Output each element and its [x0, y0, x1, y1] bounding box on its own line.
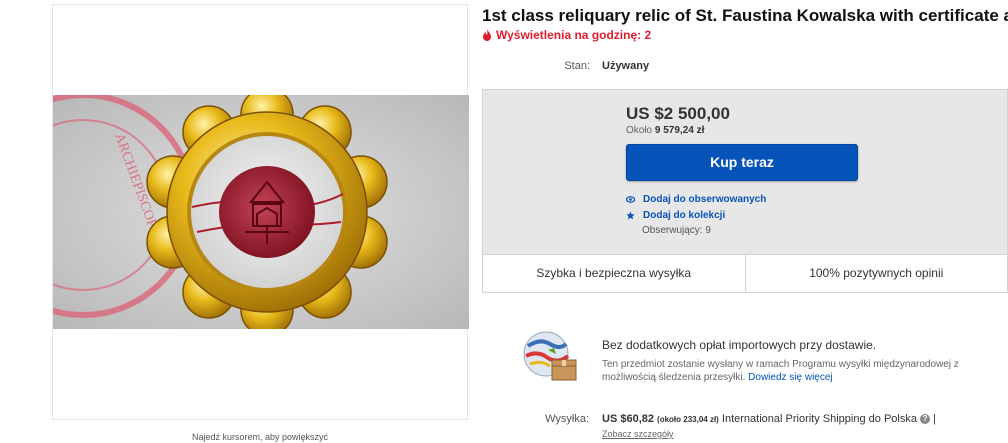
import-title: Bez dodatkowych opłat importowych przy d… — [602, 338, 877, 352]
features-row: Szybka i bezpieczna wysyłka 100% pozytyw… — [482, 255, 1008, 293]
shipping-approx: (około 233,04 zł) — [657, 415, 719, 424]
price-approx: Około 9 579,24 zł — [626, 125, 704, 136]
item-title: 1st class reliquary relic of St. Faustin… — [482, 6, 1008, 25]
watch-label: Dodaj do obserwowanych — [643, 194, 767, 205]
buy-box: US $2 500,00 Około 9 579,24 zł Kup teraz… — [482, 89, 1008, 255]
shipping-details-link[interactable]: Zobacz szczegóły — [602, 429, 674, 439]
collection-link[interactable]: Dodaj do kolekcji — [626, 210, 725, 221]
shipping-value: US $60,82 (około 233,04 zł) Internationa… — [602, 413, 936, 425]
shipping-label: Wysyłka: — [545, 413, 589, 425]
flame-icon — [483, 29, 491, 41]
views-text: Wyświetlenia na godzinę: 2 — [496, 28, 652, 42]
watchers-count: Obserwujący: 9 — [642, 225, 711, 236]
shipping-separator: | — [933, 413, 936, 425]
price-approx-value: 9 579,24 zł — [654, 125, 705, 136]
shipping-price: US $60,82 — [602, 413, 654, 425]
eye-icon — [626, 196, 635, 203]
views-per-hour: Wyświetlenia na godzinę: 2 — [482, 28, 651, 42]
feature-shipping: Szybka i bezpieczna wysyłka — [536, 266, 692, 280]
feature-feedback: 100% pozytywnych opinii — [744, 255, 1008, 292]
main-photo[interactable]: ARCHIEPISCOPUS — [53, 95, 469, 329]
condition-row: Stan: Używany — [482, 60, 1008, 76]
image-viewer[interactable]: ARCHIEPISCOPUS — [52, 4, 469, 420]
shipping-method: International Priority Shipping do Polsk… — [721, 413, 917, 425]
import-description: Ten przedmiot zostanie wysłany w ramach … — [602, 358, 982, 384]
price: US $2 500,00 — [626, 104, 730, 123]
collection-label: Dodaj do kolekcji — [643, 210, 726, 221]
learn-more-link[interactable]: Dowiedz się więcej — [748, 372, 832, 383]
star-icon — [626, 211, 635, 220]
reliquary-photo: ARCHIEPISCOPUS — [53, 95, 469, 329]
listing-page: ARCHIEPISCOPUS Najedź kursorem, aby powi… — [0, 0, 1008, 443]
watch-link[interactable]: Dodaj do obserwowanych — [626, 194, 766, 205]
condition-label: Stan: — [564, 60, 590, 72]
condition-value: Używany — [602, 60, 650, 72]
globe-package-icon — [523, 331, 577, 381]
buy-now-button[interactable]: Kup teraz — [626, 144, 858, 181]
help-icon[interactable]: ? — [920, 414, 931, 425]
zoom-hint: Najedź kursorem, aby powiększyć — [191, 432, 329, 442]
price-approx-prefix: Około — [626, 125, 653, 136]
